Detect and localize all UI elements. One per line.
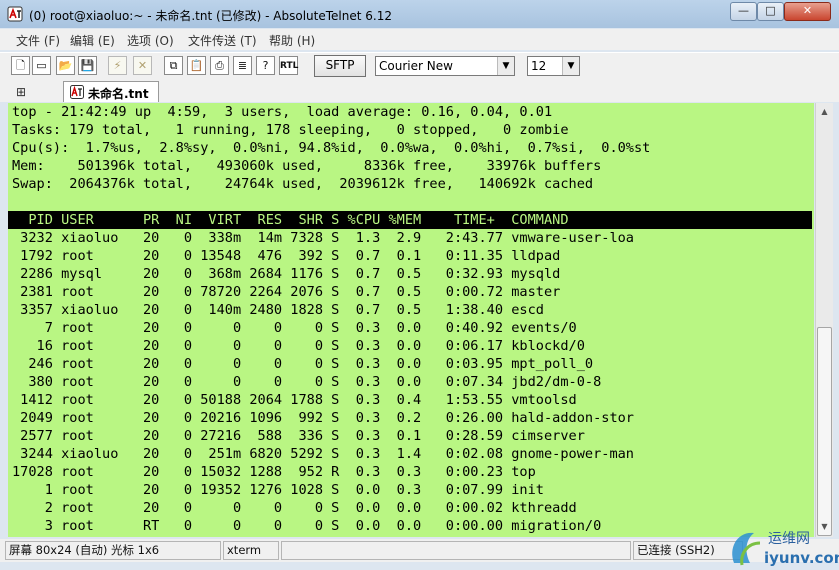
- maximize-button[interactable]: □: [757, 2, 784, 21]
- process-row: 3 root RT 0 0 0 0 S 0.0 0.0 0:00.00 migr…: [12, 518, 602, 534]
- process-row: 2049 root 20 0 20216 1096 992 S 0.3 0.2 …: [12, 410, 634, 426]
- app-logo-icon: [7, 6, 23, 22]
- title-bar[interactable]: (0) root@xiaoluo:~ - 未命名.tnt (已修改) - Abs…: [0, 0, 839, 28]
- menu-file[interactable]: 文件 (F): [16, 32, 60, 49]
- toolbar: 🗋 ▭ 📂 💾 ⚡ ✕ ⧉ 📋 ⎙ ≣ ? RTL SFTP Courier N…: [0, 52, 839, 81]
- help-button[interactable]: ?: [256, 56, 275, 75]
- menu-bar: 文件 (F) 编辑 (E) 选项 (O) 文件传送 (T) 帮助 (H): [0, 29, 839, 50]
- process-row: 7 root 20 0 0 0 0 S 0.3 0.0 0:40.92 even…: [12, 320, 577, 336]
- tasks-line: Tasks: 179 total, 1 running, 178 sleepin…: [12, 122, 569, 138]
- maximize-icon: □: [765, 4, 776, 17]
- printer-icon: ⎙: [215, 59, 224, 72]
- window-title: (0) root@xiaoluo:~ - 未命名.tnt (已修改) - Abs…: [29, 9, 392, 23]
- rtl-button[interactable]: RTL: [279, 56, 298, 75]
- font-size-value: 12: [531, 59, 547, 73]
- process-row: 2 root 20 0 0 0 0 S 0.0 0.0 0:00.02 kthr…: [12, 500, 577, 516]
- watermark-text-url: iyunv.com: [764, 549, 839, 567]
- copy-icon: ⧉: [169, 59, 178, 72]
- paste-icon: 📋: [189, 59, 204, 72]
- process-row: 3244 xiaoluo 20 0 251m 6820 5292 S 0.3 1…: [12, 446, 634, 462]
- terminal-scrollbar[interactable]: ▲ ▼: [815, 103, 833, 537]
- sftp-button[interactable]: SFTP: [314, 55, 366, 77]
- app-window: (0) root@xiaoluo:~ - 未命名.tnt (已修改) - Abs…: [0, 0, 839, 570]
- cpu-line: Cpu(s): 1.7%us, 2.8%sy, 0.0%ni, 94.8%id,…: [12, 140, 651, 156]
- status-bar: 屏幕 80x24 (自动) 光标 1x6 xterm 已连接 (SSH2): [0, 539, 839, 562]
- session-icon: [70, 85, 84, 99]
- new-file-icon: 🗋: [16, 59, 25, 72]
- close-button[interactable]: ✕: [784, 2, 831, 21]
- disconnect-icon: ✕: [137, 59, 148, 72]
- process-row: 2381 root 20 0 78720 2264 2076 S 0.7 0.5…: [12, 284, 561, 300]
- process-row: 1792 root 20 0 13548 476 392 S 0.7 0.1 0…: [12, 248, 561, 264]
- status-empty: [281, 541, 631, 560]
- help-icon: ?: [262, 59, 269, 72]
- disconnect-button[interactable]: ✕: [133, 56, 152, 75]
- print-button[interactable]: ⎙: [210, 56, 229, 75]
- new-file-button[interactable]: 🗋: [11, 56, 30, 75]
- connect-icon: ⚡: [113, 59, 122, 72]
- scrollbar-thumb[interactable]: [817, 327, 832, 536]
- mem-line: Mem: 501396k total, 493060k used, 8336k …: [12, 158, 602, 174]
- top-summary-line: top - 21:42:49 up 4:59, 3 users, load av…: [12, 104, 553, 120]
- close-icon: ✕: [802, 4, 813, 17]
- process-row: 17028 root 20 0 15032 1288 952 R 0.3 0.3…: [12, 464, 536, 480]
- chevron-down-icon: ▼: [497, 57, 514, 75]
- process-row: 246 root 20 0 0 0 0 S 0.3 0.0 0:03.95 mp…: [12, 356, 594, 372]
- folder-icon: 📂: [58, 59, 73, 72]
- swap-line: Swap: 2064376k total, 24764k used, 20396…: [12, 176, 594, 192]
- watermark-text-cn: 运维网: [768, 531, 810, 547]
- tab-bar: ⊞ 未命名.tnt: [0, 80, 839, 102]
- process-table-header: PID USER PR NI VIRT RES SHR S %CPU %MEM …: [8, 211, 812, 229]
- scroll-up-icon[interactable]: ▲: [817, 104, 832, 120]
- menu-file-transfer[interactable]: 文件传送 (T): [188, 32, 257, 49]
- screen-size-status: 屏幕 80x24 (自动) 光标 1x6: [5, 541, 221, 560]
- window-icon: ▭: [36, 59, 47, 72]
- minimize-icon: —: [738, 4, 749, 17]
- rtl-icon: RTL: [280, 61, 299, 71]
- new-window-button[interactable]: ▭: [32, 56, 51, 75]
- properties-button[interactable]: ≣: [233, 56, 252, 75]
- terminal-type-status: xterm: [223, 541, 279, 560]
- process-row: 1412 root 20 0 50188 2064 1788 S 0.3 0.4…: [12, 392, 577, 408]
- chevron-down-icon: ▼: [562, 57, 579, 75]
- process-row: 3357 xiaoluo 20 0 140m 2480 1828 S 0.7 0…: [12, 302, 544, 318]
- open-button[interactable]: 📂: [56, 56, 75, 75]
- save-icon: 💾: [80, 59, 95, 72]
- minimize-button[interactable]: —: [730, 2, 757, 21]
- site-watermark-logo: 运维网 iyunv.com: [732, 531, 839, 567]
- process-row: 2286 mysql 20 0 368m 2684 1176 S 0.7 0.5…: [12, 266, 561, 282]
- terminal-screen[interactable]: top - 21:42:49 up 4:59, 3 users, load av…: [8, 103, 814, 537]
- copy-button[interactable]: ⧉: [164, 56, 183, 75]
- paste-button[interactable]: 📋: [187, 56, 206, 75]
- process-row: 16 root 20 0 0 0 0 S 0.3 0.0 0:06.17 kbl…: [12, 338, 585, 354]
- list-icon: ≣: [237, 59, 248, 72]
- connect-button[interactable]: ⚡: [108, 56, 127, 75]
- tab-session[interactable]: 未命名.tnt: [63, 81, 159, 102]
- process-row: 1 root 20 0 19352 1276 1028 S 0.0 0.3 0:…: [12, 482, 544, 498]
- menu-help[interactable]: 帮助 (H): [269, 32, 315, 49]
- process-row: 2577 root 20 0 27216 588 336 S 0.3 0.1 0…: [12, 428, 585, 444]
- process-header-text: PID USER PR NI VIRT RES SHR S %CPU %MEM …: [12, 212, 569, 228]
- tab-grid-icon[interactable]: ⊞: [16, 85, 26, 99]
- process-row: 380 root 20 0 0 0 0 S 0.3 0.0 0:07.34 jb…: [12, 374, 602, 390]
- process-row: 3232 xiaoluo 20 0 338m 14m 7328 S 1.3 2.…: [12, 230, 634, 246]
- font-select-value: Courier New: [379, 59, 453, 73]
- menu-options[interactable]: 选项 (O): [127, 32, 174, 49]
- menu-edit[interactable]: 编辑 (E): [70, 32, 115, 49]
- font-size-select[interactable]: 12 ▼: [527, 56, 580, 76]
- tab-label: 未命名.tnt: [88, 87, 149, 101]
- save-button[interactable]: 💾: [78, 56, 97, 75]
- font-select[interactable]: Courier New ▼: [375, 56, 515, 76]
